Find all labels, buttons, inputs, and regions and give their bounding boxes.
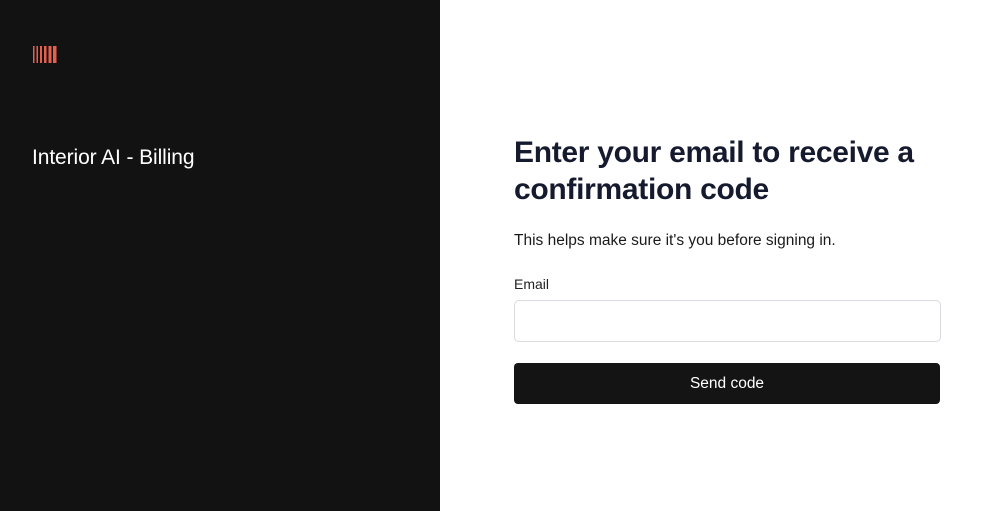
send-code-button[interactable]: Send code (514, 363, 940, 404)
email-label: Email (514, 276, 550, 292)
barcode-stripes-icon (33, 46, 57, 63)
signin-form: Enter your email to receive a confirmati… (514, 134, 941, 404)
form-description: This helps make sure it's you before sig… (514, 232, 836, 249)
brand-panel: Interior AI - Billing (0, 0, 440, 511)
page-title: Enter your email to receive a confirmati… (514, 136, 914, 206)
form-panel: Enter your email to receive a confirmati… (440, 0, 1000, 511)
login-page: Interior AI - Billing Enter your email t… (0, 0, 1000, 511)
email-field[interactable] (514, 300, 941, 342)
brand-title: Interior AI - Billing (32, 146, 195, 169)
